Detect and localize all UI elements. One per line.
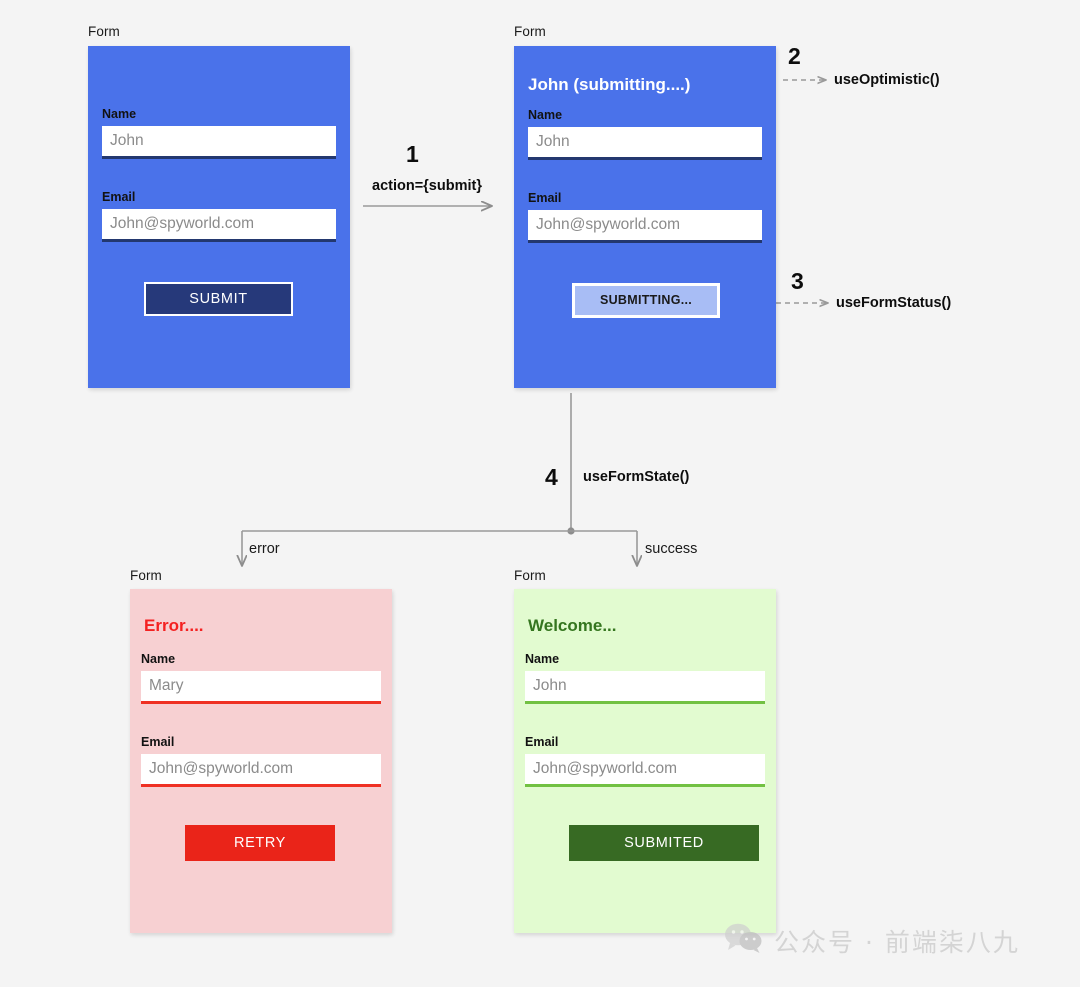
form-card-initial: Name John Email John@spyworld.com SUBMIT [88, 46, 350, 388]
input-name-success[interactable]: John [525, 670, 765, 704]
field-label-name-error: Name [141, 652, 176, 666]
field-email-error: Email John@spyworld.com [141, 736, 381, 787]
field-label-name-initial: Name [102, 107, 137, 121]
step-label-action-submit: action={submit} [372, 178, 482, 194]
form-card-submitting: John (submitting....) Name John Email Jo… [514, 46, 776, 388]
field-email-success: Email John@spyworld.com [525, 736, 765, 787]
watermark-text: 公众号 · 前端柒八九 [774, 927, 1020, 957]
form-caption-initial: Form [88, 24, 120, 39]
form-card-success: Welcome... Name John Email John@spyworld… [514, 589, 776, 933]
submited-button[interactable]: SUBMITED [569, 825, 759, 861]
step-number-3: 3 [791, 268, 804, 294]
heading-optimistic: John (submitting....) [528, 75, 691, 94]
input-name-initial[interactable]: John [102, 125, 336, 159]
field-name-submitting: Name John [528, 109, 762, 160]
hook-label-use-form-state: useFormState() [583, 469, 690, 485]
branch-label-error: error [249, 541, 280, 557]
form-card-error: Error.... Name Mary Email John@spyworld.… [130, 589, 392, 933]
retry-button[interactable]: RETRY [185, 825, 335, 861]
field-label-email-submitting: Email [528, 191, 562, 205]
wechat-icon [724, 922, 764, 959]
input-email-submitting[interactable]: John@spyworld.com [528, 209, 762, 243]
input-name-error[interactable]: Mary [141, 670, 381, 704]
field-label-email-success: Email [525, 735, 559, 749]
field-label-email-error: Email [141, 735, 175, 749]
form-caption-success: Form [514, 568, 546, 583]
field-name-error: Name Mary [141, 653, 381, 704]
field-label-name-submitting: Name [528, 108, 563, 122]
watermark: 公众号 · 前端柒八九 [724, 922, 1020, 959]
heading-success: Welcome... [528, 616, 617, 635]
diagram-canvas: Form Name John Email John@spyworld.com S… [0, 0, 1080, 987]
branch-junction-dot [567, 527, 575, 535]
input-email-initial[interactable]: John@spyworld.com [102, 208, 336, 242]
heading-error: Error.... [144, 616, 204, 635]
input-email-success[interactable]: John@spyworld.com [525, 753, 765, 787]
field-email-submitting: Email John@spyworld.com [528, 192, 762, 243]
step-number-1: 1 [406, 141, 419, 167]
field-name-initial: Name John [102, 108, 336, 159]
input-name-submitting[interactable]: John [528, 126, 762, 160]
step-number-4: 4 [545, 464, 558, 490]
field-label-email-initial: Email [102, 190, 136, 204]
hook-label-use-optimistic: useOptimistic() [834, 72, 940, 88]
branch-label-success: success [645, 541, 698, 557]
hook-label-use-form-status: useFormStatus() [836, 295, 952, 311]
input-email-error[interactable]: John@spyworld.com [141, 753, 381, 787]
submit-button-initial[interactable]: SUBMIT [144, 282, 293, 316]
field-email-initial: Email John@spyworld.com [102, 191, 336, 242]
submitting-button[interactable]: SUBMITTING... [572, 283, 720, 318]
form-caption-error: Form [130, 568, 162, 583]
field-name-success: Name John [525, 653, 765, 704]
step-number-2: 2 [788, 43, 801, 69]
form-caption-submitting: Form [514, 24, 546, 39]
field-label-name-success: Name [525, 652, 560, 666]
